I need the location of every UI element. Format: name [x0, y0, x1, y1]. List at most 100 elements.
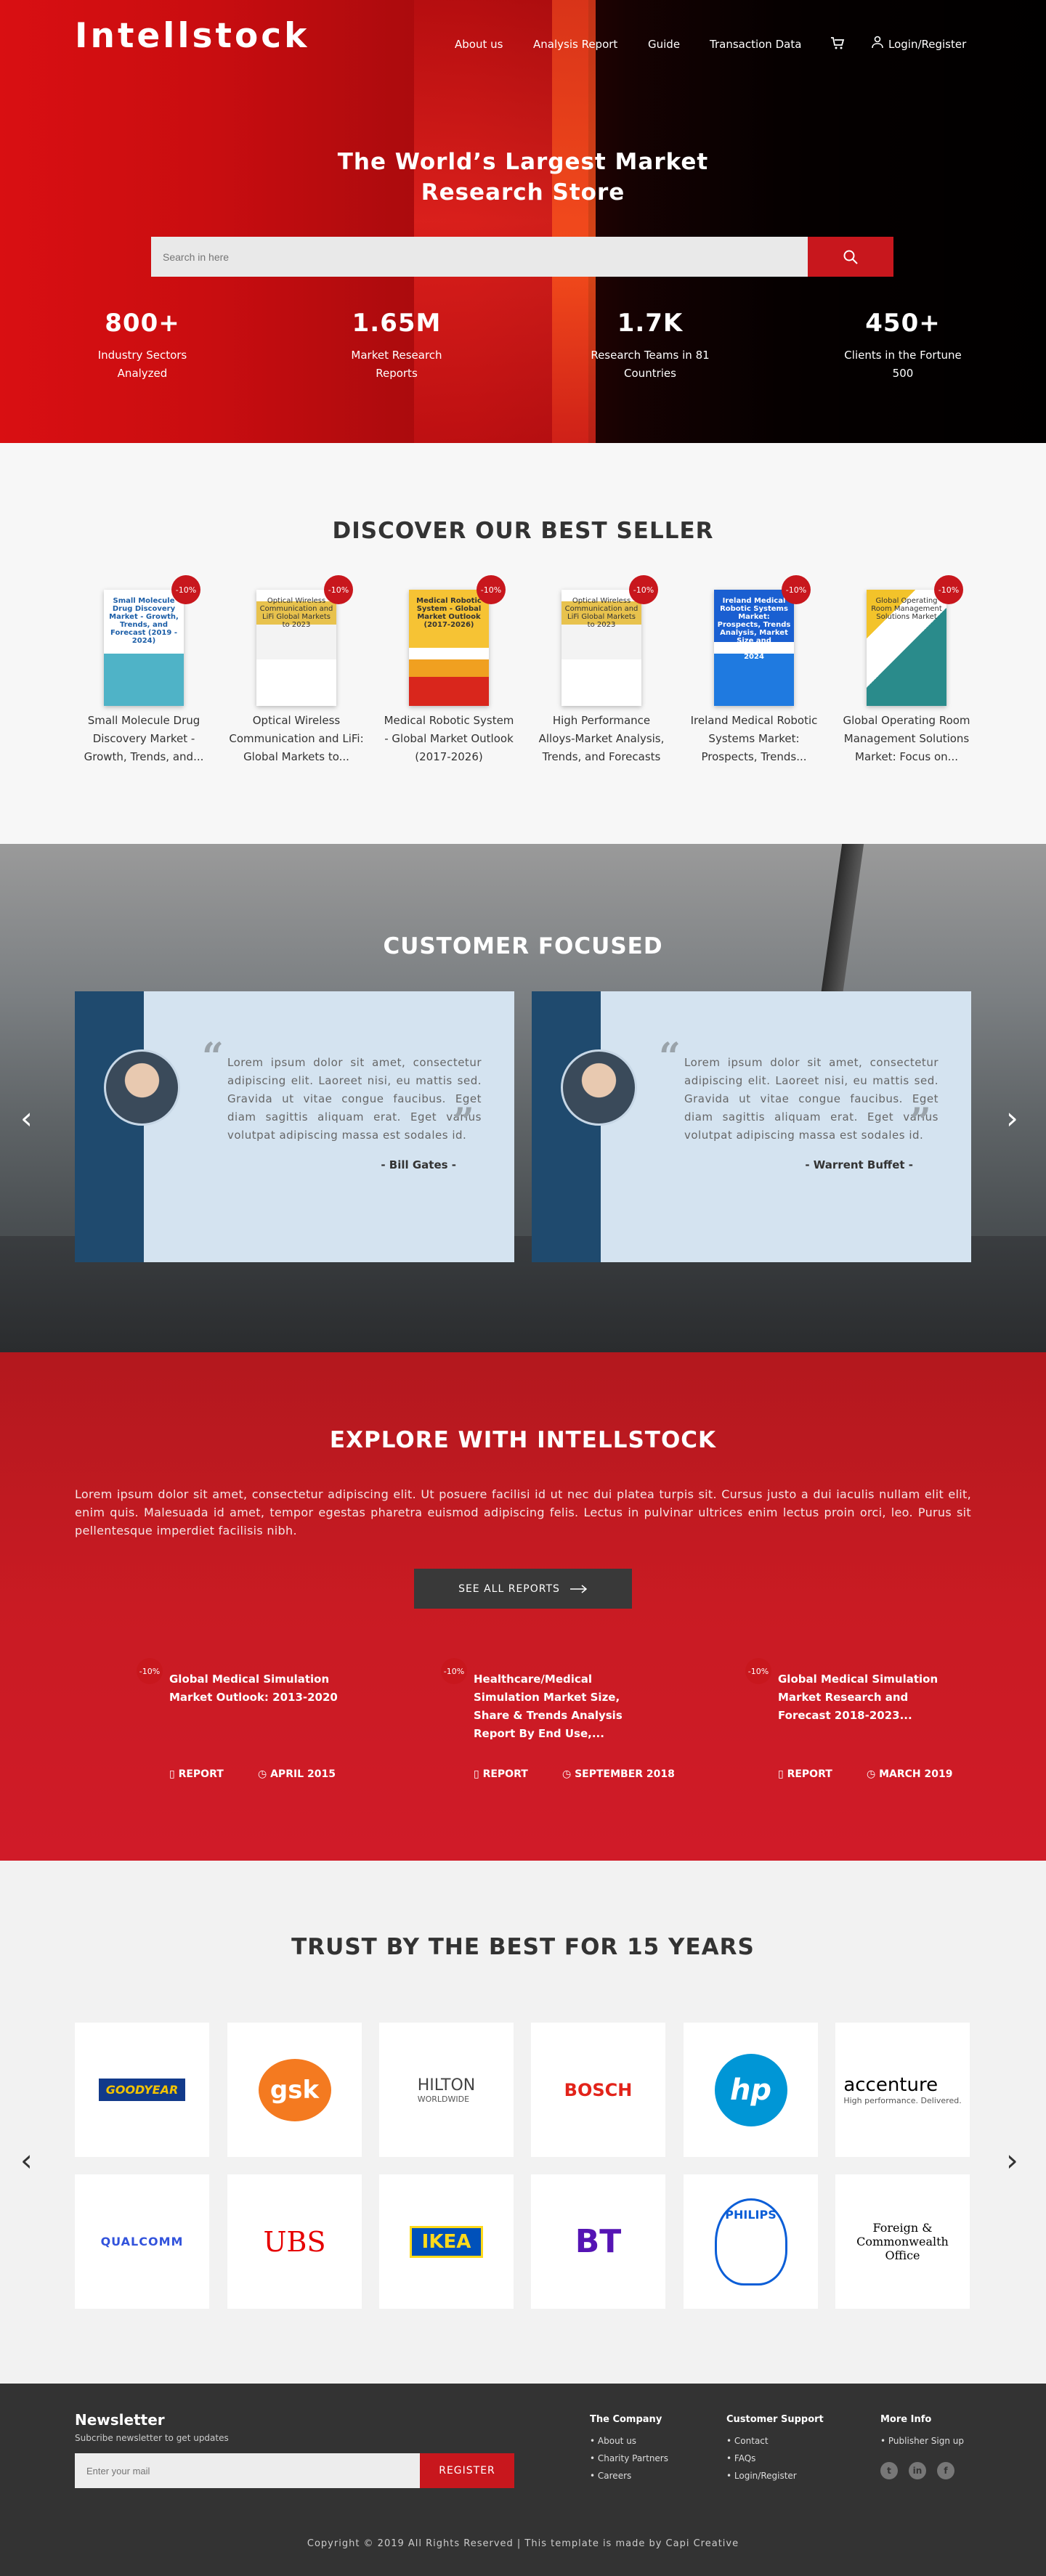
testimonial-quote: Lorem ipsum dolor sit amet, consectetur …	[227, 1056, 482, 1142]
twitter-icon[interactable]: t	[880, 2462, 898, 2479]
search-input[interactable]	[151, 237, 808, 277]
user-icon[interactable]	[872, 36, 883, 52]
document-icon: ▯	[474, 1768, 483, 1780]
logo-wordmark: UBS	[263, 2225, 326, 2258]
book-cover-text: Global Operating Room Management Solutio…	[871, 597, 942, 621]
discount-badge: -10%	[782, 575, 811, 604]
newsletter-subtitle: Subcribe newsletter to get updates	[75, 2433, 229, 2443]
report-title[interactable]: Global Medical Simulation Market Researc…	[778, 1670, 963, 1725]
testimonial-author: - Bill Gates -	[381, 1158, 456, 1171]
clock-icon: ◷	[258, 1768, 271, 1780]
linkedin-icon[interactable]: in	[909, 2462, 926, 2479]
book-cover-text: Small Molecule Drug Discovery Market - G…	[109, 597, 179, 645]
report-title[interactable]: Healthcare/Medical Simulation Market Siz…	[474, 1670, 659, 1743]
client-logo-ikea[interactable]: IKEA	[379, 2174, 514, 2309]
customer-title: CUSTOMER FOCUSED	[383, 933, 663, 959]
hero-title-line-1: The World’s Largest Market	[337, 149, 709, 175]
book-title[interactable]: Small Molecule Drug Discovery Market - Gro…	[75, 712, 213, 766]
cart-icon[interactable]	[830, 36, 845, 53]
logo-wordmark: GOODYEAR	[98, 2079, 186, 2101]
footer-link[interactable]: FAQs	[726, 2450, 824, 2467]
hero-title-line-2: Research Store	[421, 179, 625, 206]
book-cover[interactable]: Optical Wireless Communication and LiFi …	[561, 590, 641, 706]
footer-column: The Company About usCharity PartnersCaree…	[590, 2414, 668, 2484]
book-cover[interactable]: Ireland Medical Robotic Systems Market: …	[714, 590, 794, 706]
client-logo-foreign-commonwealth-office[interactable]: Foreign & Commonwealth Office	[835, 2174, 970, 2309]
footer-link[interactable]: Publisher Sign up	[880, 2432, 964, 2450]
client-logo-qualcomm[interactable]: QUALCOMM	[75, 2174, 209, 2309]
see-all-reports-label: SEE ALL REPORTS	[458, 1582, 560, 1595]
nav-about-us[interactable]: About us	[455, 38, 503, 51]
register-button[interactable]: REGISTER	[420, 2453, 514, 2488]
discount-badge: -10%	[171, 575, 200, 604]
client-logo-hilton[interactable]: HILTON WORLDWIDE	[379, 2023, 514, 2157]
footer-column-title: Customer Support	[726, 2414, 824, 2425]
nav-transaction-data[interactable]: Transaction Data	[710, 38, 801, 51]
book-cover[interactable]: Global Operating Room Management Solutio…	[867, 590, 946, 706]
book-cover-text: Ireland Medical Robotic Systems Market: …	[717, 597, 791, 661]
stat-label: Clients in the Fortune 500	[844, 349, 962, 380]
footer-link[interactable]: Login/Register	[726, 2467, 824, 2484]
logo-wordmark: BT	[575, 2223, 622, 2260]
avatar	[104, 1049, 180, 1126]
close-quote-icon: ”	[909, 1100, 931, 1145]
explore-title: EXPLORE WITH INTELLSTOCK	[329, 1427, 717, 1453]
nav-analysis-report[interactable]: Analysis Report	[533, 38, 617, 51]
stat-label: Industry Sectors Analyzed	[97, 349, 187, 380]
client-logo-bt[interactable]: BT	[531, 2174, 665, 2309]
report-date: ◷ SEPTEMBER 2018	[562, 1768, 675, 1780]
see-all-reports-button[interactable]: SEE ALL REPORTS	[414, 1569, 632, 1609]
search-button[interactable]	[808, 237, 893, 277]
client-logo-goodyear[interactable]: GOODYEAR	[75, 2023, 209, 2157]
login-register-link[interactable]: Login/Register	[888, 38, 966, 51]
report-type: ▯ REPORT	[474, 1768, 528, 1780]
testimonial-accent	[75, 991, 144, 1262]
book-title[interactable]: Medical Robotic System - Global Market Ou…	[380, 712, 518, 766]
book-cover[interactable]: Medical Robotic System - Global Market O…	[409, 590, 489, 706]
footer-column: Customer Support ContactFAQsLogin/Registe…	[726, 2414, 824, 2484]
open-quote-icon: “	[659, 1035, 681, 1079]
book-title[interactable]: Ireland Medical Robotic Systems Market: Pr…	[685, 712, 823, 766]
report-title[interactable]: Global Medical Simulation Market Outlook…	[169, 1670, 354, 1707]
newsletter-email-input[interactable]	[75, 2453, 420, 2488]
stat-label: Research Teams in 81 Countries	[591, 349, 710, 380]
stat-number: 800+	[105, 309, 180, 338]
chevron-right-icon[interactable]: ›	[1006, 2142, 1018, 2178]
logo-wordmark: IKEA	[409, 2225, 484, 2258]
nav-guide[interactable]: Guide	[648, 38, 680, 51]
facebook-icon[interactable]: f	[937, 2462, 954, 2479]
footer-link[interactable]: Contact	[726, 2432, 824, 2450]
logo-wordmark: gsk	[258, 2058, 331, 2121]
client-logo-hp[interactable]: hp	[684, 2023, 818, 2157]
testimonial-author: - Warrent Buffet -	[805, 1158, 913, 1171]
client-logo-ubs[interactable]: UBS	[227, 2174, 362, 2309]
book-cover[interactable]: Optical Wireless Communication and LiFi …	[256, 590, 336, 706]
book-title[interactable]: Optical Wireless Communication and LiFi: G…	[227, 712, 365, 766]
book-cover[interactable]: Small Molecule Drug Discovery Market - G…	[104, 590, 184, 706]
discount-badge: -10%	[934, 575, 963, 604]
book-title[interactable]: Global Operating Room Management Solution…	[838, 712, 976, 766]
book-title[interactable]: High Performance Alloys-Market Analysis, T…	[532, 712, 670, 766]
client-logo-accenture[interactable]: accenture High performance. Delivered.	[835, 2023, 970, 2157]
brand-logo[interactable]: Intellstock	[75, 16, 309, 56]
hero-title: The World’s Largest Market Research Stor…	[0, 147, 1046, 208]
open-quote-icon: “	[202, 1035, 224, 1079]
client-logo-philips[interactable]: PHILIPS	[684, 2174, 818, 2309]
chevron-left-icon[interactable]: ‹	[20, 2142, 33, 2178]
report-type: ▯ REPORT	[169, 1768, 224, 1780]
footer-link[interactable]: Charity Partners	[590, 2450, 668, 2467]
chevron-right-icon[interactable]: ›	[1006, 1100, 1018, 1136]
search-icon	[843, 250, 858, 264]
footer-link[interactable]: About us	[590, 2432, 668, 2450]
client-logo-gsk[interactable]: gsk	[227, 2023, 362, 2157]
chevron-left-icon[interactable]: ‹	[20, 1100, 33, 1136]
footer-link[interactable]: Careers	[590, 2467, 668, 2484]
logo-wordmark: accenture High performance. Delivered.	[843, 2074, 962, 2105]
clock-icon: ◷	[867, 1768, 880, 1780]
newsletter-title: Newsletter	[75, 2411, 165, 2429]
close-quote-icon: ”	[453, 1100, 474, 1145]
logo-wordmark: HILTON WORLDWIDE	[417, 2076, 476, 2104]
client-logo-bosch[interactable]: BOSCH	[531, 2023, 665, 2157]
report-date: ◷ MARCH 2019	[867, 1768, 953, 1780]
discount-badge: -10%	[137, 1658, 163, 1684]
